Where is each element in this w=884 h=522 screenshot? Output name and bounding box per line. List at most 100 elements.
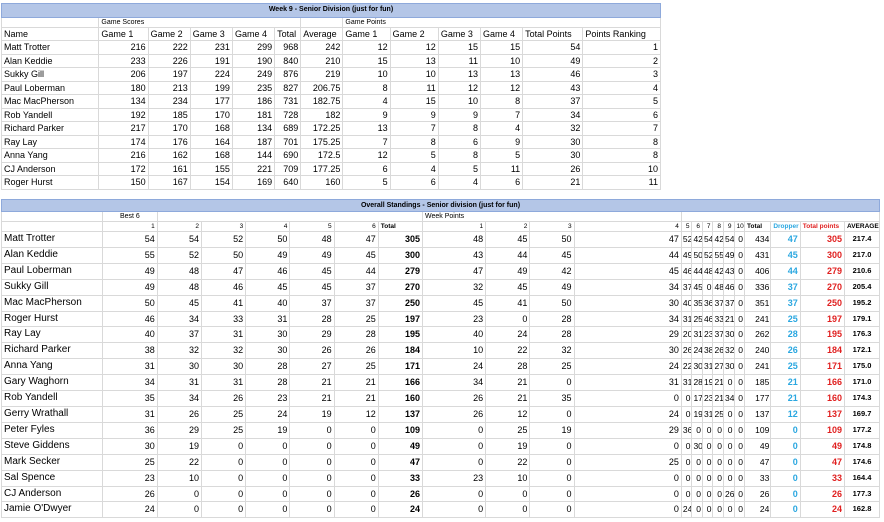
standings-cell: 30	[723, 326, 735, 344]
standings-cell: 0	[289, 501, 335, 519]
standings-cell: 30	[723, 358, 735, 376]
standings-cell: 0	[333, 453, 379, 471]
weekly-header-cell: Total Points	[522, 26, 584, 41]
weekly-cell: 222	[147, 40, 191, 55]
weekly-cell: 9	[389, 107, 439, 122]
standings-cell: 0	[712, 501, 724, 519]
standings-cell: 26	[712, 342, 724, 360]
standings-cell: 0	[723, 374, 735, 392]
standings-cell: 35	[102, 390, 158, 407]
overall-header-cell: Dropper	[770, 221, 801, 232]
weeks-total: 49	[744, 437, 772, 455]
standings-row: Alan Keddie 55 52 50 49 49 45 300 43 44 45 44 49 50 52…	[0, 246, 880, 264]
standings-cell: 47	[200, 262, 247, 280]
best6-total: 195	[377, 326, 424, 344]
standings-cell: 30	[691, 437, 703, 455]
weekly-results-table: Week 9 - Senior Division (just for fun) …	[0, 3, 661, 190]
average-value: 217.4	[844, 231, 880, 248]
standings-cell: 0	[691, 421, 703, 439]
standings-cell: 34	[723, 390, 735, 407]
standings-cell: 54	[102, 231, 158, 248]
weekly-cell: 154	[189, 175, 233, 190]
standings-cell: 27	[712, 358, 724, 376]
overall-header-cell: 9	[723, 221, 735, 232]
dropper-value: 37	[770, 278, 801, 296]
weekly-cell: 6	[582, 107, 661, 122]
average-value: 195.2	[844, 294, 880, 312]
standings-cell: 37	[712, 326, 724, 344]
standings-cell: 0	[156, 501, 202, 519]
standings-cell: 0	[289, 469, 335, 487]
standings-cell: 45	[289, 278, 335, 296]
weeks-total: 431	[744, 246, 772, 264]
weekly-cell: 213	[147, 80, 191, 95]
overall-header-cell: 1	[421, 221, 487, 232]
standings-cell: 0	[680, 453, 693, 471]
standings-cell: 35	[529, 390, 575, 407]
standings-cell: 0	[733, 278, 745, 296]
average-value: 164.4	[844, 469, 880, 487]
average-value: 171.0	[844, 374, 880, 392]
weekly-cell: 10	[582, 161, 661, 176]
standings-cell: 0	[485, 501, 531, 519]
overall-header-cell: Total	[744, 221, 772, 232]
standings-cell: 0	[245, 469, 291, 487]
standings-cell: 23	[421, 310, 487, 328]
overall-header-cell: 6	[691, 221, 703, 232]
weekly-cell: 9	[479, 134, 524, 149]
weekly-header-cell: Points Ranking	[582, 26, 661, 41]
standings-row: Steve Giddens 30 19 0 0 0 0 49 0 19 0 0 0 30 0 0 0 0 49 0 49…	[0, 437, 880, 455]
standings-cell: 26	[421, 405, 487, 423]
standings-cell: 46	[102, 310, 158, 328]
best6-total: 24	[377, 501, 424, 519]
weekly-cell: 162	[147, 148, 191, 163]
weekly-cell: 34	[522, 107, 584, 122]
player-name: Jamie O'Dwyer	[0, 501, 104, 519]
total-points-value: 197	[799, 310, 846, 328]
player-name: Mark Secker	[0, 453, 104, 471]
standings-cell: 0	[573, 469, 682, 487]
weekly-header-cell: Game 1	[342, 26, 391, 41]
best6-total: 160	[377, 390, 424, 407]
standings-cell: 0	[723, 405, 735, 423]
weekly-cell: 690	[274, 148, 302, 163]
standings-cell: 48	[701, 262, 714, 280]
weekly-cell: 185	[147, 107, 191, 122]
standings-cell: 49	[529, 278, 575, 296]
standings-cell: 23	[245, 390, 291, 407]
weekly-cell: 37	[522, 94, 584, 109]
weekly-cell: 49	[522, 53, 584, 68]
weekly-cell: 169	[231, 175, 276, 190]
player-name: Roger Hurst	[0, 310, 104, 328]
standings-cell: 30	[102, 437, 158, 455]
standings-cell: 0	[529, 453, 575, 471]
weekly-cell: 235	[231, 80, 276, 95]
best6-total: 26	[377, 485, 424, 503]
standings-cell: 48	[421, 231, 487, 248]
weekly-cell: 216	[98, 40, 149, 55]
standings-cell: 26	[723, 485, 735, 503]
standings-cell: 0	[733, 485, 745, 503]
standings-cell: 49	[102, 262, 158, 280]
standings-cell: 40	[680, 294, 693, 312]
weekly-cell: 640	[274, 175, 302, 190]
standings-cell: 31	[680, 310, 693, 328]
dropper-value: 47	[770, 231, 801, 248]
dropper-value: 37	[770, 294, 801, 312]
standings-cell: 0	[200, 437, 247, 455]
weekly-cell: 199	[189, 80, 233, 95]
weekly-cell: 11	[389, 80, 439, 95]
weekly-cell: 8	[582, 134, 661, 149]
standings-cell: 0	[421, 501, 487, 519]
standings-cell: 0	[156, 485, 202, 503]
overall-header-cell: 4	[573, 221, 682, 232]
standings-cell: 20	[680, 326, 693, 344]
dropper-value: 25	[770, 358, 801, 376]
standings-cell: 45	[289, 262, 335, 280]
weekly-header-cell: Total	[274, 26, 302, 41]
weekly-cell: 32	[522, 121, 584, 136]
standings-cell: 36	[701, 294, 714, 312]
dropper-value: 0	[770, 453, 801, 471]
weekly-header-cell: Game 4	[479, 26, 524, 41]
standings-row: CJ Anderson 26 0 0 0 0 0 26 0 0 0 0 0 0 0 0 26 0 26 0 26 177.…	[0, 485, 880, 503]
